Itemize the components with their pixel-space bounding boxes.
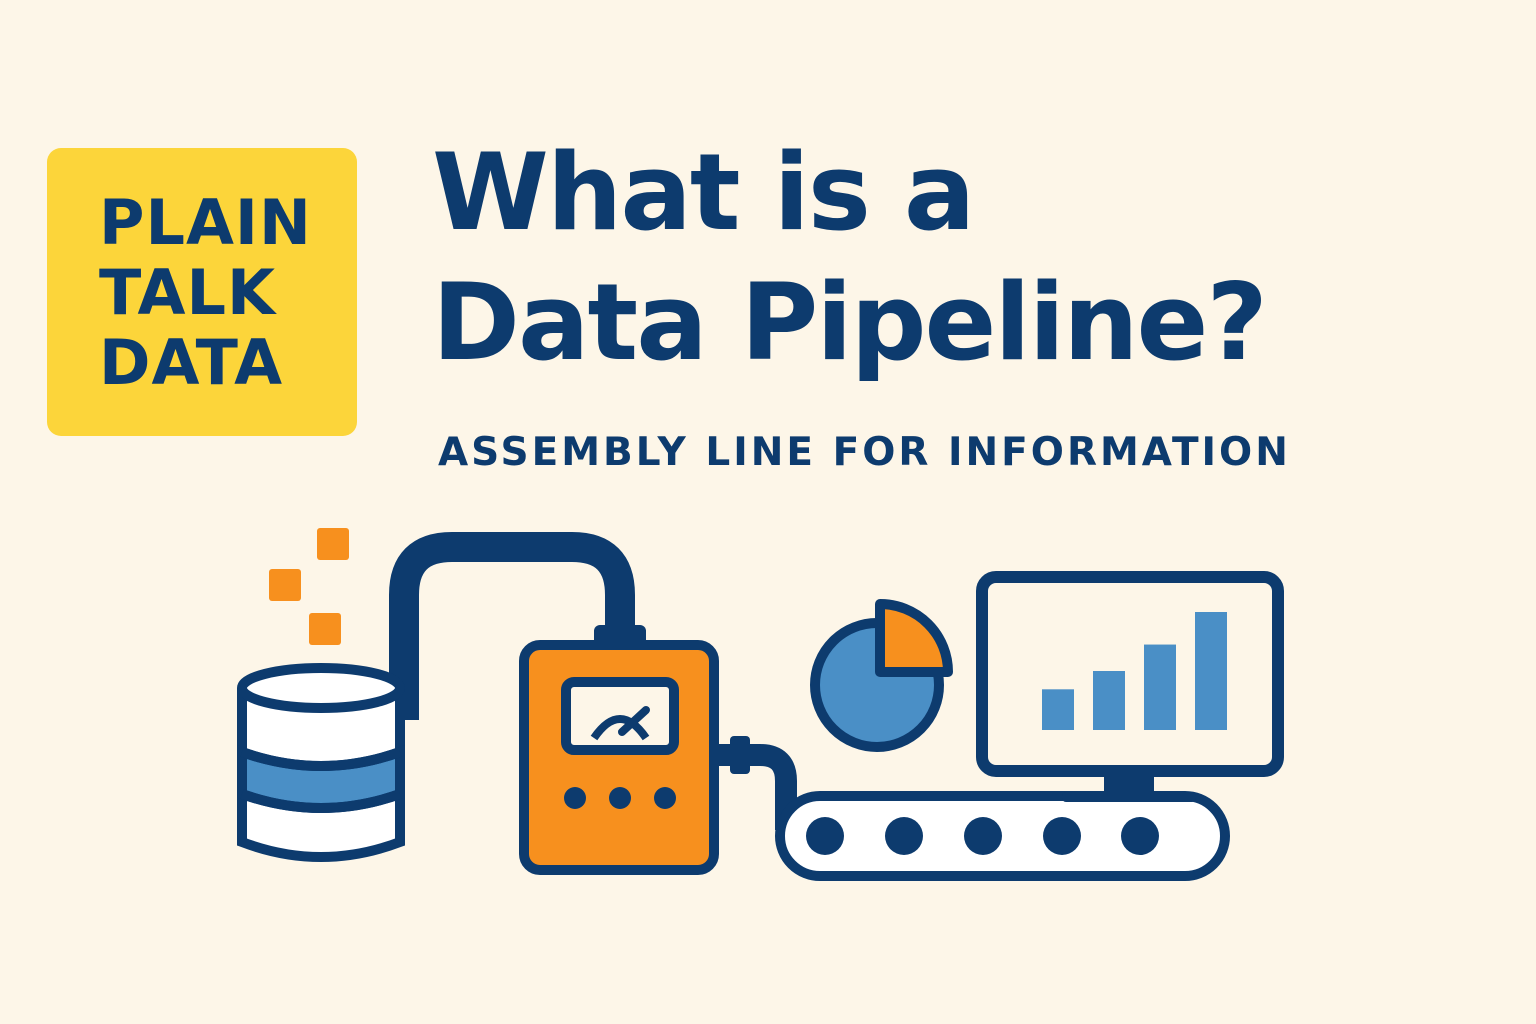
monitor-bar-3 bbox=[1144, 644, 1176, 730]
output-connector-icon bbox=[730, 736, 750, 774]
monitor-bar-4 bbox=[1195, 612, 1227, 730]
conveyor-roller-4 bbox=[1043, 817, 1081, 855]
monitor-bar-1 bbox=[1042, 689, 1074, 730]
machine-dot-2 bbox=[609, 787, 631, 809]
gauge-icon bbox=[561, 677, 679, 755]
pie-chart-icon bbox=[810, 599, 953, 752]
database-icon bbox=[237, 663, 405, 862]
conveyor-belt-icon bbox=[775, 791, 1230, 881]
pipeline-illustration bbox=[237, 528, 1284, 881]
monitor-base bbox=[1062, 792, 1196, 802]
conveyor-roller-3 bbox=[964, 817, 1002, 855]
conveyor-roller-5 bbox=[1121, 817, 1159, 855]
monitor-bar-2 bbox=[1093, 671, 1125, 730]
machine-dot-3 bbox=[654, 787, 676, 809]
machine-dot-1 bbox=[564, 787, 586, 809]
conveyor-roller-2 bbox=[885, 817, 923, 855]
processor-machine-icon bbox=[519, 640, 719, 875]
conveyor-roller-1 bbox=[806, 817, 844, 855]
monitor-bar-chart-icon bbox=[976, 571, 1284, 802]
data-squares-icon bbox=[269, 528, 349, 645]
pie-highlight-slice bbox=[875, 599, 953, 677]
